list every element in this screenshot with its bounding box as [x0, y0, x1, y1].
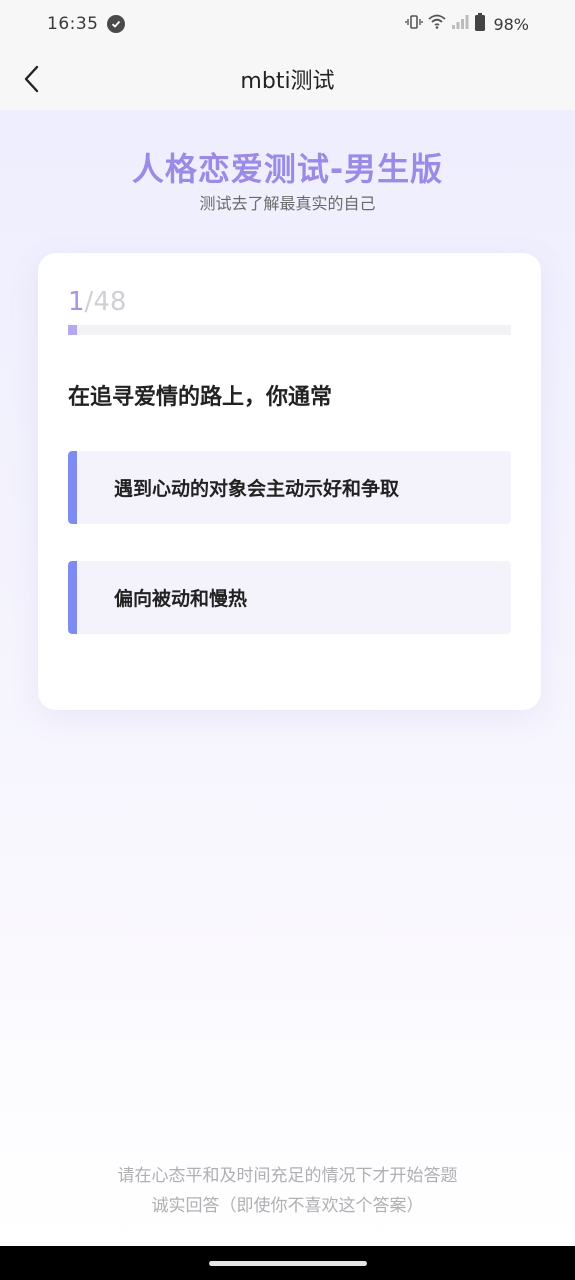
option-accent-bar — [68, 451, 77, 524]
vibrate-icon — [405, 14, 424, 35]
question-card: 1/48 在追寻爱情的路上，你通常 遇到心动的对象会主动示好和争取 偏向被动和慢… — [38, 253, 541, 710]
wifi-icon — [428, 14, 447, 34]
signal-icon — [451, 14, 469, 35]
page-subtitle: 测试去了解最真实的自己 — [199, 194, 376, 213]
nav-bar: mbti测试 — [0, 48, 575, 110]
option-label: 遇到心动的对象会主动示好和争取 — [114, 478, 400, 500]
check-circle-icon — [106, 15, 125, 33]
answer-option-1[interactable]: 遇到心动的对象会主动示好和争取 — [68, 451, 511, 524]
option-label: 偏向被动和慢热 — [114, 588, 248, 610]
status-bar: 16:35 98% — [0, 0, 575, 48]
progress-counter: 1/48 — [68, 287, 126, 317]
page-title: 人格恋爱测试-男生版 — [131, 150, 444, 188]
back-arrow-icon — [24, 65, 39, 93]
progress-total: 48 — [93, 287, 127, 317]
nav-title: mbti测试 — [240, 69, 335, 94]
progress-separator: / — [84, 287, 94, 317]
progress-current: 1 — [68, 287, 85, 317]
answer-option-2[interactable]: 偏向被动和慢热 — [68, 561, 511, 634]
question-text: 在追寻爱情的路上，你通常 — [68, 385, 333, 410]
status-icons: 98% — [405, 12, 529, 36]
battery-percent: 98% — [493, 14, 529, 34]
status-time: 16:35 — [47, 14, 99, 34]
main-content: 人格恋爱测试-男生版 测试去了解最真实的自己 1/48 在追寻爱情的路上，你通常… — [0, 110, 575, 1246]
option-accent-bar — [68, 561, 77, 634]
gesture-nav-bar — [0, 1246, 575, 1280]
progress-bar-fill — [68, 325, 77, 335]
footer-note-2: 诚实回答（即使你不喜欢这个答案） — [151, 1196, 424, 1216]
progress-bar — [68, 325, 511, 335]
battery-icon — [474, 12, 486, 36]
footer-note-1: 请在心态平和及时间充足的情况下才开始答题 — [117, 1166, 458, 1186]
back-button[interactable] — [14, 60, 50, 98]
home-gesture-handle[interactable] — [208, 1260, 367, 1266]
